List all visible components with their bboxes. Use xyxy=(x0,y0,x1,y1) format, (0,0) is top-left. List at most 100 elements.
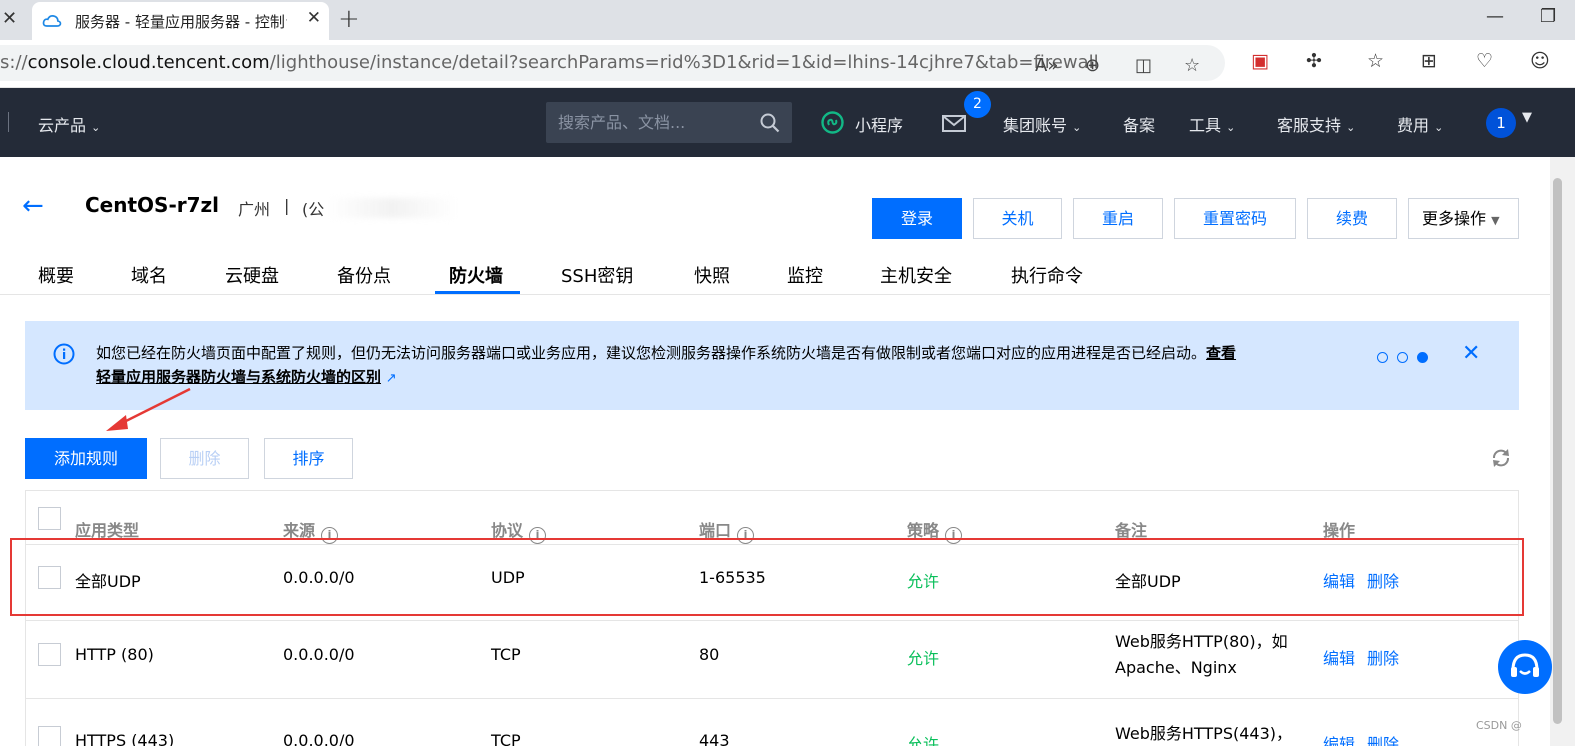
close-icon[interactable]: ✕ xyxy=(1462,341,1480,366)
close-icon[interactable]: ✕ xyxy=(2,8,17,29)
favorite-star-icon[interactable]: ☆ xyxy=(1184,55,1200,76)
annotation-highlight-box xyxy=(10,538,1524,616)
cell-policy: 允许 xyxy=(907,735,940,746)
url-host: console.cloud.tencent.com xyxy=(27,52,270,73)
tab-ssh-key[interactable]: SSH密钥 xyxy=(561,262,633,288)
carousel-dot[interactable] xyxy=(1397,352,1408,363)
avatar[interactable]: 1 xyxy=(1486,108,1516,138)
cell-policy: 允许 xyxy=(907,649,940,668)
renew-button[interactable]: 续费 xyxy=(1307,198,1397,239)
extension-icon[interactable]: ▣ xyxy=(1251,50,1269,72)
split-screen-icon[interactable]: ◫ xyxy=(1135,55,1152,76)
nav-products[interactable]: 云产品 ⌄ xyxy=(38,112,100,136)
collections-icon[interactable]: ⊞ xyxy=(1421,50,1437,72)
cell-protocol: TCP xyxy=(491,731,521,746)
search-icon[interactable] xyxy=(760,113,780,133)
add-rule-button[interactable]: 添加规则 xyxy=(25,438,147,479)
annotation-arrow xyxy=(106,387,191,431)
nav-support[interactable]: 客服支持 ⌄ xyxy=(1277,112,1355,136)
sort-button[interactable]: 排序 xyxy=(264,438,353,479)
cell-remark: Web服务HTTP(80)，如Apache、Nginx xyxy=(1115,632,1288,677)
nav-miniprogram[interactable]: 小程序 xyxy=(855,112,903,136)
tab-run-command[interactable]: 执行命令 xyxy=(1011,262,1083,288)
divider xyxy=(8,112,9,132)
nav-filing[interactable]: 备案 xyxy=(1123,112,1155,136)
search-input[interactable] xyxy=(558,111,748,133)
chevron-down-icon[interactable]: ▼ xyxy=(1522,110,1532,125)
nav-billing[interactable]: 费用 ⌄ xyxy=(1397,112,1443,136)
mail-badge: 2 xyxy=(964,91,991,118)
login-button[interactable]: 登录 xyxy=(872,198,962,239)
instance-region: 广州 xyxy=(238,200,271,219)
watermark: CSDN @ xyxy=(1476,719,1522,732)
cell-port: 443 xyxy=(699,731,730,746)
tab-title: 服务器 - 轻量应用服务器 - 控制台 xyxy=(75,13,287,31)
more-actions-dropdown[interactable]: 更多操作 ▼ xyxy=(1408,198,1519,239)
cell-remark: Web服务HTTPS(443)， xyxy=(1115,724,1293,743)
top-navigation: 云产品 ⌄ 小程序 2 集团账号 ⌄ 备案 工具 ⌄ 客服支持 ⌄ 费用 ⌄ 1… xyxy=(0,88,1575,157)
instance-name: CentOS-r7zl xyxy=(85,193,220,217)
info-alert: 如您已经在防火墙页面中配置了规则，但仍无法访问服务器端口或业务应用，建议您检测服… xyxy=(25,321,1519,410)
read-aloud-icon[interactable]: A» xyxy=(1035,55,1058,76)
url-prefix: s:// xyxy=(0,52,28,73)
url-path: /lighthouse/instance/detail?searchParams… xyxy=(269,52,1099,73)
url-field[interactable]: s://console.cloud.tencent.com/lighthouse… xyxy=(0,45,1225,81)
cell-source: 0.0.0.0/0 xyxy=(283,731,355,746)
cell-port: 80 xyxy=(699,645,720,664)
tab-host-security[interactable]: 主机安全 xyxy=(880,262,952,288)
back-arrow-icon[interactable]: ← xyxy=(22,191,44,221)
tab-overview[interactable]: 概要 xyxy=(38,262,74,288)
cell-protocol: TCP xyxy=(491,645,521,664)
browser-tabstrip: ✕ 服务器 - 轻量应用服务器 - 控制台 ✕ + — ❐ xyxy=(0,0,1575,40)
edit-link[interactable]: 编辑 xyxy=(1323,645,1355,669)
delete-link[interactable]: 删除 xyxy=(1367,645,1399,669)
tab-snapshot[interactable]: 快照 xyxy=(694,262,730,288)
reset-password-button[interactable]: 重置密码 xyxy=(1174,198,1296,239)
row-checkbox[interactable] xyxy=(38,643,61,666)
tab-firewall[interactable]: 防火墙 xyxy=(449,262,503,288)
carousel-dot[interactable] xyxy=(1377,352,1388,363)
profile-avatar-icon[interactable]: ☺ xyxy=(1530,50,1550,72)
tab-domain[interactable]: 域名 xyxy=(131,262,167,288)
caret-down-icon: ▼ xyxy=(1491,214,1500,227)
tab-backup[interactable]: 备份点 xyxy=(337,262,391,288)
cell-app-type: HTTPS (443) xyxy=(75,731,175,746)
puzzle-icon[interactable]: ✣ xyxy=(1306,50,1322,72)
scrollbar-thumb[interactable] xyxy=(1553,178,1562,724)
chevron-down-icon: ⌄ xyxy=(1346,121,1356,134)
maximize-icon[interactable]: ❐ xyxy=(1540,6,1556,27)
mail-icon[interactable] xyxy=(942,115,966,132)
shutdown-button[interactable]: 关机 xyxy=(973,198,1062,239)
health-icon[interactable]: ♡ xyxy=(1476,50,1493,72)
row-checkbox[interactable] xyxy=(38,726,61,746)
delete-link[interactable]: 删除 xyxy=(1367,731,1399,746)
carousel-dot-active[interactable] xyxy=(1417,352,1428,363)
alert-link-firewall-diff[interactable]: 轻量应用服务器防火墙与系统防火墙的区别 xyxy=(96,368,381,386)
delete-button[interactable]: 删除 xyxy=(160,438,249,479)
external-link-icon[interactable]: ↗ xyxy=(386,371,397,386)
close-icon[interactable]: ✕ xyxy=(307,8,321,28)
alert-link-view[interactable]: 查看 xyxy=(1206,344,1236,362)
select-all-checkbox[interactable] xyxy=(38,507,61,530)
divider xyxy=(26,620,1518,621)
refresh-icon[interactable] xyxy=(1490,447,1512,469)
edit-link[interactable]: 编辑 xyxy=(1323,731,1355,746)
chevron-down-icon: ⌄ xyxy=(91,121,101,134)
restart-button[interactable]: 重启 xyxy=(1073,198,1163,239)
miniprogram-icon xyxy=(821,111,844,134)
new-tab-icon[interactable]: + xyxy=(338,4,360,34)
favorites-icon[interactable]: ☆ xyxy=(1367,50,1384,72)
nav-tools[interactable]: 工具 ⌄ xyxy=(1189,112,1235,136)
search-box[interactable] xyxy=(546,102,792,143)
zoom-icon[interactable]: ⊕ xyxy=(1085,55,1100,76)
divider: | xyxy=(284,196,290,215)
tab-monitor[interactable]: 监控 xyxy=(787,262,823,288)
divider xyxy=(0,294,1550,295)
nav-group-account[interactable]: 集团账号 ⌄ xyxy=(1003,112,1081,136)
browser-tab-active[interactable]: 服务器 - 轻量应用服务器 - 控制台 ✕ xyxy=(32,2,329,40)
firewall-rules-table xyxy=(25,490,1519,746)
chevron-down-icon: ⌄ xyxy=(1072,121,1082,134)
support-chat-button[interactable] xyxy=(1498,640,1552,694)
tab-cloud-disk[interactable]: 云硬盘 xyxy=(225,262,279,288)
minimize-icon[interactable]: — xyxy=(1486,6,1504,27)
